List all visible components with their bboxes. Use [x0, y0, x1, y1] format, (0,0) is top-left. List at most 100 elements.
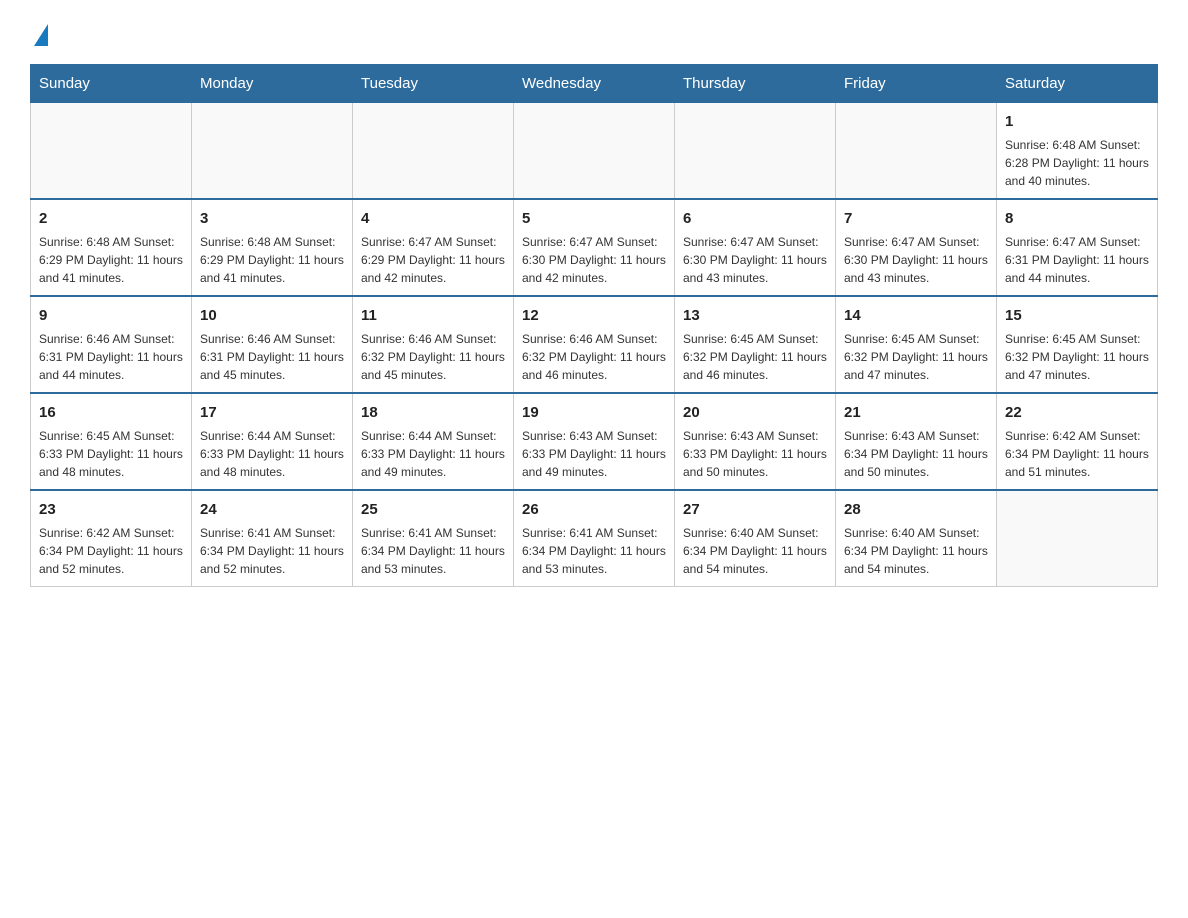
day-info: Sunrise: 6:46 AM Sunset: 6:31 PM Dayligh…: [39, 330, 183, 384]
day-info: Sunrise: 6:47 AM Sunset: 6:30 PM Dayligh…: [683, 233, 827, 287]
day-info: Sunrise: 6:40 AM Sunset: 6:34 PM Dayligh…: [844, 524, 988, 578]
day-number: 21: [844, 402, 988, 423]
calendar-cell: 16Sunrise: 6:45 AM Sunset: 6:33 PM Dayli…: [31, 393, 192, 490]
calendar-cell: 15 Sunrise: 6:45 AM Sunset: 6:32 PM Dayli…: [997, 296, 1158, 393]
calendar-cell: [514, 103, 675, 200]
calendar-cell: 17 Sunrise: 6:44 AM Sunset: 6:33 PM Dayli…: [192, 393, 353, 490]
day-number: 6: [683, 208, 827, 229]
day-info: Sunrise: 6:43 AM Sunset: 6:33 PM Dayligh…: [683, 427, 827, 481]
day-number: 17: [200, 402, 344, 423]
day-info: Sunrise: 6:40 AM Sunset: 6:34 PM Dayligh…: [683, 524, 827, 578]
day-info: Sunrise: 6:48 AM Sunset: 6:28 PM Dayligh…: [1005, 136, 1149, 190]
day-number: 5: [522, 208, 666, 229]
day-number: 14: [844, 305, 988, 326]
calendar-cell: [675, 103, 836, 200]
day-info: Sunrise: 6:42 AM Sunset: 6:34 PM Dayligh…: [1005, 427, 1149, 481]
day-info: Sunrise: 6:46 AM Sunset: 6:32 PM Dayligh…: [361, 330, 505, 384]
calendar-cell: 27 Sunrise: 6:40 AM Sunset: 6:34 PM Dayli…: [675, 490, 836, 587]
day-info: Sunrise: 6:45 AM Sunset: 6:32 PM Dayligh…: [683, 330, 827, 384]
day-header-wednesday: Wednesday: [514, 65, 675, 103]
day-number: 3: [200, 208, 344, 229]
day-number: 13: [683, 305, 827, 326]
calendar-cell: 22 Sunrise: 6:42 AM Sunset: 6:34 PM Dayli…: [997, 393, 1158, 490]
day-number: 20: [683, 402, 827, 423]
calendar-cell: 18 Sunrise: 6:44 AM Sunset: 6:33 PM Dayli…: [353, 393, 514, 490]
calendar-cell: 28 Sunrise: 6:40 AM Sunset: 6:34 PM Dayli…: [836, 490, 997, 587]
day-number: 7: [844, 208, 988, 229]
calendar-cell: [31, 103, 192, 200]
day-number: 12: [522, 305, 666, 326]
day-info: Sunrise: 6:44 AM Sunset: 6:33 PM Dayligh…: [361, 427, 505, 481]
calendar-cell: 6 Sunrise: 6:47 AM Sunset: 6:30 PM Daylig…: [675, 199, 836, 296]
day-info: Sunrise: 6:41 AM Sunset: 6:34 PM Dayligh…: [200, 524, 344, 578]
day-number: 23: [39, 499, 183, 520]
calendar-week-row: 16Sunrise: 6:45 AM Sunset: 6:33 PM Dayli…: [31, 393, 1158, 490]
day-number: 25: [361, 499, 505, 520]
calendar-week-row: 2 Sunrise: 6:48 AM Sunset: 6:29 PM Daylig…: [31, 199, 1158, 296]
day-number: 11: [361, 305, 505, 326]
day-number: 4: [361, 208, 505, 229]
calendar-cell: 13 Sunrise: 6:45 AM Sunset: 6:32 PM Dayli…: [675, 296, 836, 393]
day-number: 18: [361, 402, 505, 423]
day-info: Sunrise: 6:47 AM Sunset: 6:30 PM Dayligh…: [844, 233, 988, 287]
day-number: 27: [683, 499, 827, 520]
day-number: 1: [1005, 111, 1149, 132]
calendar-cell: 25 Sunrise: 6:41 AM Sunset: 6:34 PM Dayli…: [353, 490, 514, 587]
day-number: 2: [39, 208, 183, 229]
day-number: 22: [1005, 402, 1149, 423]
day-number: 24: [200, 499, 344, 520]
day-info: Sunrise: 6:45 AM Sunset: 6:32 PM Dayligh…: [844, 330, 988, 384]
day-header-friday: Friday: [836, 65, 997, 103]
day-number: 8: [1005, 208, 1149, 229]
day-info: Sunrise: 6:46 AM Sunset: 6:31 PM Dayligh…: [200, 330, 344, 384]
calendar-cell: 14 Sunrise: 6:45 AM Sunset: 6:32 PM Dayli…: [836, 296, 997, 393]
day-info: Sunrise: 6:41 AM Sunset: 6:34 PM Dayligh…: [361, 524, 505, 578]
day-number: 28: [844, 499, 988, 520]
day-info: Sunrise: 6:48 AM Sunset: 6:29 PM Dayligh…: [200, 233, 344, 287]
day-info: Sunrise: 6:46 AM Sunset: 6:32 PM Dayligh…: [522, 330, 666, 384]
day-info: Sunrise: 6:43 AM Sunset: 6:34 PM Dayligh…: [844, 427, 988, 481]
day-number: 15: [1005, 305, 1149, 326]
calendar-table: SundayMondayTuesdayWednesdayThursdayFrid…: [30, 64, 1158, 587]
calendar-cell: [353, 103, 514, 200]
calendar-cell: 11 Sunrise: 6:46 AM Sunset: 6:32 PM Dayli…: [353, 296, 514, 393]
logo: [30, 20, 48, 44]
calendar-cell: 26 Sunrise: 6:41 AM Sunset: 6:34 PM Dayli…: [514, 490, 675, 587]
calendar-week-row: 23Sunrise: 6:42 AM Sunset: 6:34 PM Dayli…: [31, 490, 1158, 587]
calendar-cell: 10 Sunrise: 6:46 AM Sunset: 6:31 PM Dayli…: [192, 296, 353, 393]
day-header-saturday: Saturday: [997, 65, 1158, 103]
calendar-cell: 2 Sunrise: 6:48 AM Sunset: 6:29 PM Daylig…: [31, 199, 192, 296]
day-info: Sunrise: 6:47 AM Sunset: 6:31 PM Dayligh…: [1005, 233, 1149, 287]
day-number: 10: [200, 305, 344, 326]
day-number: 19: [522, 402, 666, 423]
calendar-cell: 4Sunrise: 6:47 AM Sunset: 6:29 PM Daylig…: [353, 199, 514, 296]
day-info: Sunrise: 6:45 AM Sunset: 6:33 PM Dayligh…: [39, 427, 183, 481]
calendar-cell: 7 Sunrise: 6:47 AM Sunset: 6:30 PM Daylig…: [836, 199, 997, 296]
calendar-cell: 1 Sunrise: 6:48 AM Sunset: 6:28 PM Daylig…: [997, 103, 1158, 200]
calendar-week-row: 9 Sunrise: 6:46 AM Sunset: 6:31 PM Daylig…: [31, 296, 1158, 393]
calendar-cell: [836, 103, 997, 200]
day-info: Sunrise: 6:48 AM Sunset: 6:29 PM Dayligh…: [39, 233, 183, 287]
calendar-cell: 8 Sunrise: 6:47 AM Sunset: 6:31 PM Daylig…: [997, 199, 1158, 296]
page-header: [30, 20, 1158, 44]
day-info: Sunrise: 6:47 AM Sunset: 6:30 PM Dayligh…: [522, 233, 666, 287]
day-info: Sunrise: 6:43 AM Sunset: 6:33 PM Dayligh…: [522, 427, 666, 481]
calendar-week-row: 1 Sunrise: 6:48 AM Sunset: 6:28 PM Daylig…: [31, 103, 1158, 200]
day-info: Sunrise: 6:45 AM Sunset: 6:32 PM Dayligh…: [1005, 330, 1149, 384]
day-header-tuesday: Tuesday: [353, 65, 514, 103]
calendar-cell: [997, 490, 1158, 587]
day-info: Sunrise: 6:41 AM Sunset: 6:34 PM Dayligh…: [522, 524, 666, 578]
day-header-thursday: Thursday: [675, 65, 836, 103]
calendar-cell: 24 Sunrise: 6:41 AM Sunset: 6:34 PM Dayli…: [192, 490, 353, 587]
logo-triangle-icon: [34, 24, 48, 46]
calendar-cell: 19 Sunrise: 6:43 AM Sunset: 6:33 PM Dayli…: [514, 393, 675, 490]
day-header-sunday: Sunday: [31, 65, 192, 103]
calendar-cell: 12 Sunrise: 6:46 AM Sunset: 6:32 PM Dayli…: [514, 296, 675, 393]
day-number: 9: [39, 305, 183, 326]
calendar-cell: 21 Sunrise: 6:43 AM Sunset: 6:34 PM Dayli…: [836, 393, 997, 490]
day-number: 26: [522, 499, 666, 520]
day-info: Sunrise: 6:44 AM Sunset: 6:33 PM Dayligh…: [200, 427, 344, 481]
calendar-cell: 5 Sunrise: 6:47 AM Sunset: 6:30 PM Daylig…: [514, 199, 675, 296]
calendar-cell: 9 Sunrise: 6:46 AM Sunset: 6:31 PM Daylig…: [31, 296, 192, 393]
calendar-cell: 3 Sunrise: 6:48 AM Sunset: 6:29 PM Daylig…: [192, 199, 353, 296]
